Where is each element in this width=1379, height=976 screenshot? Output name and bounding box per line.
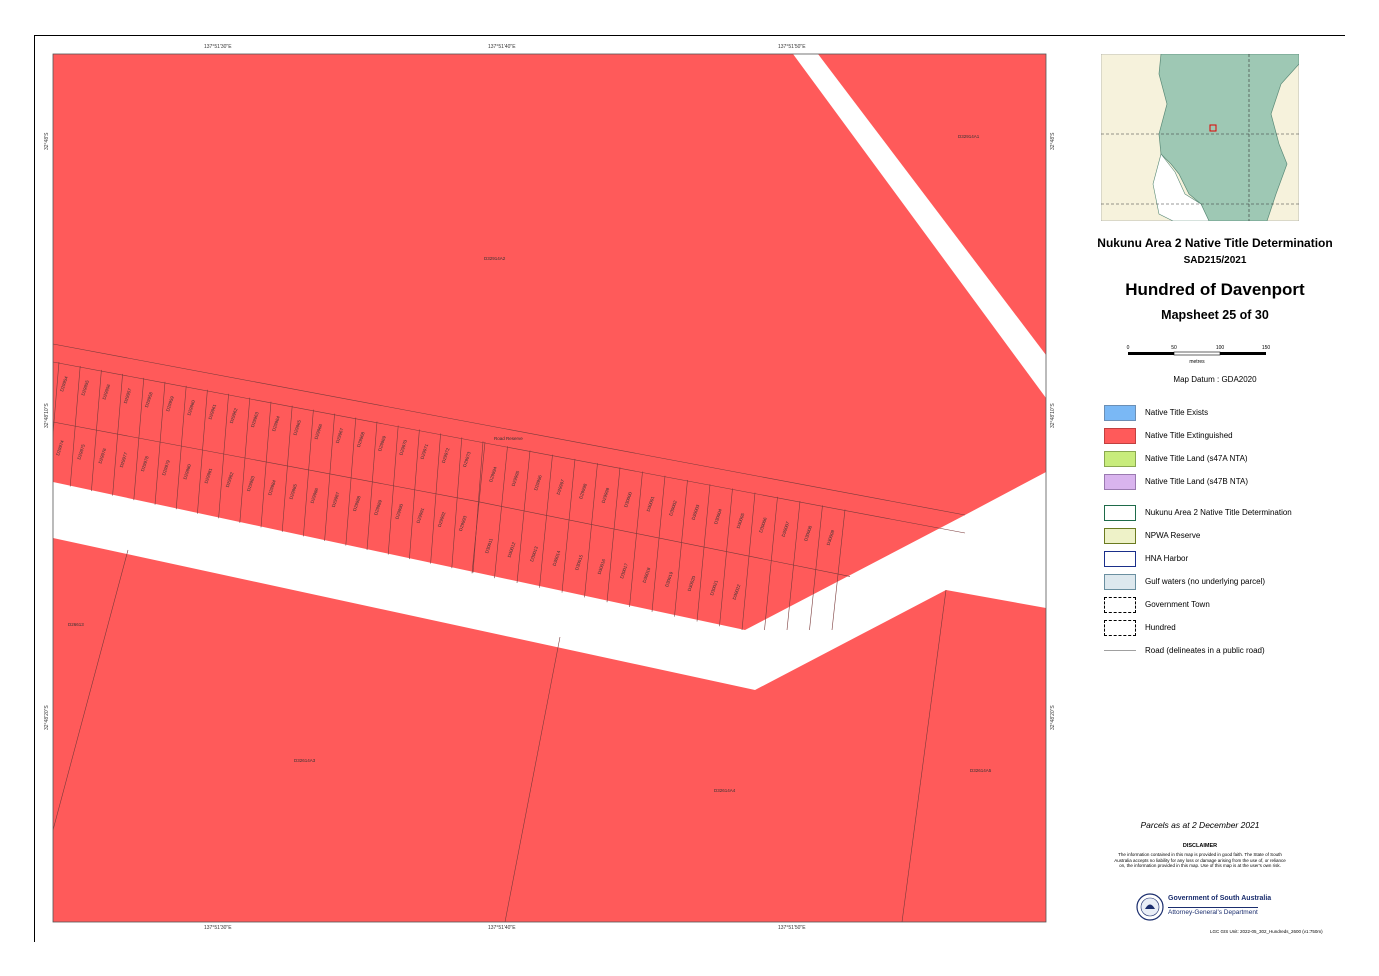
legend-label: Native Title Exists [1145, 408, 1209, 417]
map-datum: Map Datum : GDA2020 [1173, 375, 1257, 384]
grid-label-top-2: 137°51'40"E [488, 44, 516, 50]
legend-item: HNA Harbor [1104, 551, 1344, 569]
mapsheet-number: Mapsheet 25 of 30 [1161, 308, 1269, 322]
legend-swatch [1104, 474, 1136, 490]
grid-label-right-3: 32°48'20"S [1050, 705, 1056, 730]
scale-tick-150: 150 [1262, 345, 1271, 351]
legend-item: Government Town [1104, 597, 1344, 615]
legend-item: Native Title Land (s47B NTA) [1104, 474, 1344, 492]
hundred-title: Hundred of Davenport [1125, 280, 1305, 299]
government-crest-icon [1136, 893, 1164, 921]
scale-unit: metres [1189, 359, 1205, 365]
legend-swatch [1104, 551, 1136, 567]
legend-swatch [1104, 597, 1136, 613]
legend-item: Native Title Land (s47A NTA) [1104, 451, 1344, 469]
grid-label-bottom-3: 137°51'50"E [778, 925, 806, 931]
scale-bar: 0 50 100 150 metres [1127, 345, 1271, 365]
legend-label: Government Town [1145, 600, 1210, 609]
legend-item: Nukunu Area 2 Native Title Determination [1104, 505, 1344, 523]
parcel-label-large-north: D32914A2 [484, 256, 506, 261]
parcels-date: Parcels as at 2 December 2021 [1140, 820, 1260, 830]
government-name: Government of South Australia [1168, 895, 1272, 902]
legend-swatch [1104, 428, 1136, 444]
legend-label: NPWA Reserve [1145, 531, 1201, 540]
map-reference: LGC GIS Unit: 2022-05_302_Hundreds_2600 … [1210, 929, 1323, 934]
legend-item: NPWA Reserve [1104, 528, 1344, 546]
legend-label: Gulf waters (no underlying parcel) [1145, 577, 1266, 586]
parcel-label-large-south-center: D32614A4 [714, 788, 736, 793]
legend-swatch [1104, 574, 1136, 590]
legend-swatch [1104, 528, 1136, 544]
scale-tick-0: 0 [1127, 345, 1130, 351]
legend-item: Native Title Exists [1104, 405, 1344, 423]
grid-label-top-3: 137°51'50"E [778, 44, 806, 50]
disclaimer-text: The information contained in this map is… [1114, 852, 1286, 868]
locality-inset-map [1101, 54, 1299, 221]
parcel-label-large-southwest: D32614A3 [294, 758, 316, 763]
legend-swatch [1104, 505, 1136, 521]
legend-label: Hundred [1145, 623, 1176, 632]
scale-tick-50: 50 [1171, 345, 1177, 351]
grid-label-left-1: 32°48'S [44, 132, 50, 150]
case-number: SAD215/2021 [1183, 255, 1247, 266]
scale-tick-100: 100 [1216, 345, 1225, 351]
disclaimer-title: DISCLAIMER [1182, 843, 1218, 849]
parcel-label-southeast: D32614A5 [970, 768, 992, 773]
legend-item: Road (delineates in a public road) [1104, 643, 1344, 661]
legend-swatch [1104, 451, 1136, 467]
legend-label: Native Title Land (s47A NTA) [1145, 454, 1248, 463]
government-logo-block: Government of South Australia Attorney-G… [1136, 893, 1296, 923]
grid-label-bottom-1: 137°51'30"E [204, 925, 232, 931]
legend-item: Gulf waters (no underlying parcel) [1104, 574, 1344, 592]
grid-label-bottom-2: 137°51'40"E [488, 925, 516, 931]
grid-label-left-2: 32°48'10"S [44, 403, 50, 428]
legend-swatch [1104, 620, 1136, 636]
legend-label: Native Title Land (s47B NTA) [1145, 477, 1249, 486]
parcel-label-road: Road Reserve [494, 436, 523, 441]
parcel-label-northeast: D32914A1 [958, 134, 980, 139]
legend-label: Native Title Extinguished [1145, 431, 1233, 440]
legend-item: Native Title Extinguished [1104, 428, 1344, 446]
legend-label: HNA Harbor [1145, 554, 1189, 563]
legend-swatch [1104, 650, 1136, 652]
grid-label-right-1: 32°48'S [1050, 132, 1056, 150]
legend-label: Road (delineates in a public road) [1145, 646, 1265, 655]
legend-label: Nukunu Area 2 Native Title Determination [1145, 508, 1292, 517]
legend-swatch [1104, 405, 1136, 421]
grid-label-left-3: 32°48'20"S [44, 705, 50, 730]
parcel-label-west-edge: D26613 [68, 622, 84, 627]
grid-label-top-1: 137°51'30"E [204, 44, 232, 50]
determination-title: Nukunu Area 2 Native Title Determination [1097, 236, 1333, 250]
legend-item: Hundred [1104, 620, 1344, 638]
department-name: Attorney-General's Department [1168, 907, 1258, 916]
grid-label-right-2: 32°48'10"S [1050, 403, 1056, 428]
